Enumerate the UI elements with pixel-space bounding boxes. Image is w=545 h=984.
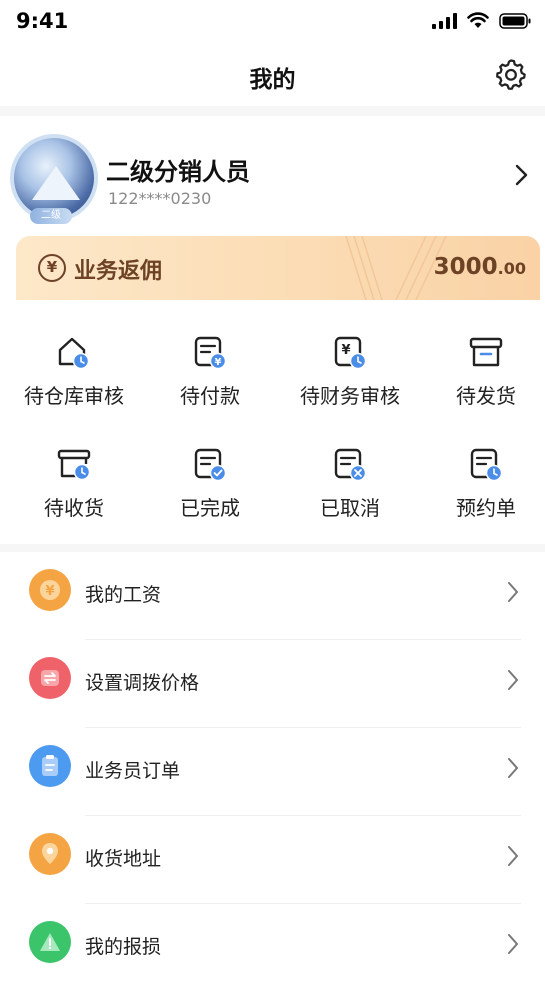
menu-item-salary[interactable]: ¥ 我的工资: [0, 552, 545, 640]
swap-icon: [29, 657, 71, 699]
order-label: 已完成: [180, 496, 240, 520]
menu-item-transfer-price[interactable]: 设置调拨价格: [0, 640, 545, 728]
commission-amount-integer: 3000: [433, 254, 498, 280]
section-divider: [0, 106, 545, 116]
chevron-right-icon[interactable]: [511, 162, 531, 188]
profile-card[interactable]: 二级 二级分销人员 122****0230: [0, 116, 545, 234]
order-label: 待仓库审核: [24, 384, 124, 408]
nav-bar: 我的: [0, 44, 545, 106]
commission-banner[interactable]: ¥ 业务返佣 3000.00: [16, 236, 540, 300]
chevron-right-icon: [508, 758, 518, 778]
warehouse-clock-icon: [58, 337, 90, 370]
order-label: 待收货: [44, 496, 104, 520]
chevron-right-icon: [508, 582, 518, 602]
warning-icon: [29, 921, 71, 963]
page-title: 我的: [249, 67, 296, 93]
profile-name: 二级分销人员: [106, 158, 250, 186]
order-label: 待付款: [180, 384, 240, 408]
commission-label: 业务返佣: [74, 259, 163, 284]
status-icons: [432, 12, 531, 29]
menu-item-shipping-address[interactable]: 收货地址: [0, 816, 545, 904]
commission-amount-decimal: .00: [497, 259, 526, 278]
menu-item-salesman-orders[interactable]: 业务员订单: [0, 728, 545, 816]
truck-clock-icon: [57, 449, 91, 481]
avatar-badge: 二级: [30, 208, 72, 224]
order-label: 待发货: [456, 384, 516, 408]
menu-item-label: 我的报损: [85, 936, 162, 958]
gear-icon: [496, 59, 526, 90]
svg-text:¥: ¥: [215, 357, 222, 368]
svg-text:¥: ¥: [341, 343, 350, 358]
finance-clock-icon: ¥: [334, 336, 367, 370]
status-bar: 9:41: [0, 0, 545, 44]
chevron-right-icon: [508, 670, 518, 690]
bill-cancel-icon: [334, 448, 367, 482]
wifi-icon: [467, 12, 489, 29]
order-reservation[interactable]: 预约单: [418, 430, 545, 530]
order-label: 已取消: [320, 496, 380, 520]
bill-yen-icon: ¥: [194, 336, 227, 370]
bill-check-icon: [194, 448, 227, 482]
location-pin-icon: [29, 833, 71, 875]
yen-icon: ¥: [29, 569, 71, 611]
menu-item-label: 设置调拨价格: [85, 672, 200, 694]
order-pending-shipment[interactable]: 待发货: [418, 318, 545, 418]
order-label: 待财务审核: [300, 384, 400, 408]
bill-clock-icon: [470, 448, 503, 482]
order-completed[interactable]: 已完成: [142, 430, 278, 530]
commission-amount: 3000.00: [434, 254, 526, 280]
box-icon: [469, 337, 503, 367]
order-label: 预约单: [456, 496, 516, 520]
menu-item-label: 收货地址: [85, 848, 162, 870]
section-divider: [0, 544, 545, 552]
menu-item-damage-report[interactable]: 我的报损: [0, 904, 545, 984]
order-status-grid: 待仓库审核 ¥ 待付款 ¥ 待财务审核 待发货 待收货 已完成 已取消 预约单: [0, 318, 545, 544]
menu-item-label: 我的工资: [85, 584, 162, 606]
svg-text:¥: ¥: [45, 584, 54, 599]
order-pending-warehouse-review[interactable]: 待仓库审核: [6, 318, 142, 418]
profile-phone: 122****0230: [108, 189, 212, 208]
order-cancelled[interactable]: 已取消: [282, 430, 418, 530]
chevron-right-icon: [508, 934, 518, 954]
settings-button[interactable]: [491, 54, 531, 94]
cellular-signal-icon: [432, 12, 457, 29]
clipboard-icon: [29, 745, 71, 787]
order-pending-receipt[interactable]: 待收货: [6, 430, 142, 530]
yen-icon: ¥: [38, 254, 66, 282]
order-pending-payment[interactable]: ¥ 待付款: [142, 318, 278, 418]
battery-icon: [499, 12, 531, 29]
menu-item-label: 业务员订单: [85, 760, 181, 782]
chevron-right-icon: [508, 846, 518, 866]
order-pending-finance-review[interactable]: ¥ 待财务审核: [282, 318, 418, 418]
status-time: 9:41: [16, 9, 69, 33]
